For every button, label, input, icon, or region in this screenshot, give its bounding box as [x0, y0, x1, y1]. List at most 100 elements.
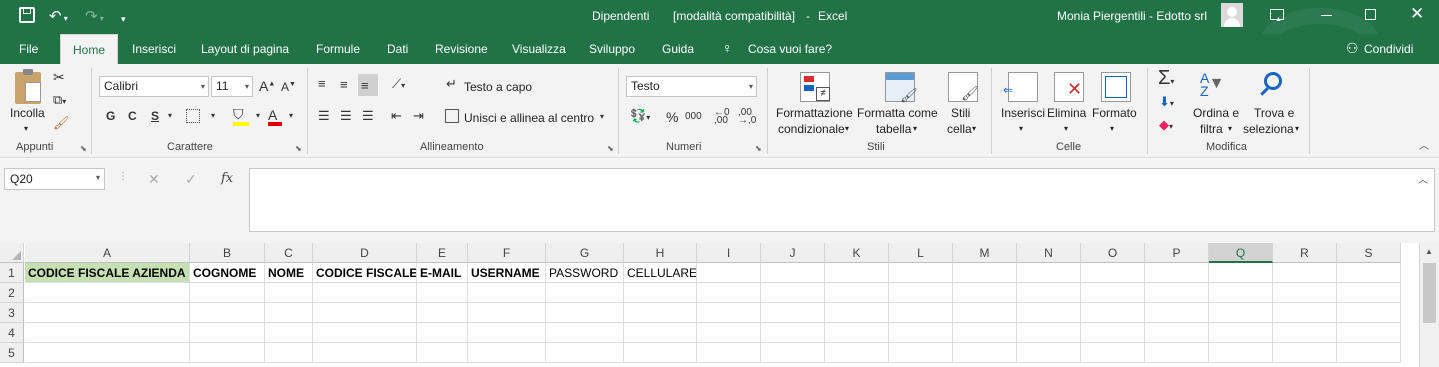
align-middle-icon[interactable]: ≡ — [340, 78, 348, 91]
delete-dropdown-icon[interactable]: ▾ — [1064, 122, 1068, 136]
select-all-corner[interactable] — [0, 243, 24, 263]
tab-help[interactable]: Guida — [662, 42, 694, 56]
column-header-k[interactable]: K — [825, 243, 889, 263]
cell-n5[interactable] — [1017, 343, 1081, 363]
enter-icon[interactable]: ✓ — [185, 172, 197, 186]
font-color-icon[interactable]: A — [268, 108, 282, 126]
format-as-table-label-1[interactable]: Formatta come — [857, 106, 938, 120]
cell-o2[interactable] — [1081, 283, 1145, 303]
column-header-g[interactable]: G — [546, 243, 624, 263]
cell-l5[interactable] — [889, 343, 953, 363]
cell-r1[interactable] — [1273, 263, 1337, 283]
decrease-indent-icon[interactable]: ⇤ — [391, 109, 402, 122]
cell-m4[interactable] — [953, 323, 1017, 343]
vertical-scrollbar[interactable]: ▲ — [1419, 243, 1439, 367]
align-right-icon[interactable]: ☰ — [362, 109, 374, 122]
close-icon[interactable]: ✕ — [1410, 5, 1424, 22]
underline-dropdown-icon[interactable]: ▾ — [168, 112, 172, 120]
cell-s4[interactable] — [1337, 323, 1401, 343]
column-header-b[interactable]: B — [190, 243, 265, 263]
cell-k2[interactable] — [825, 283, 889, 303]
insert-dropdown-icon[interactable]: ▾ — [1019, 122, 1023, 136]
cell-styles-label-1[interactable]: Stili — [951, 106, 970, 120]
cell-a2[interactable] — [25, 283, 190, 303]
column-header-p[interactable]: P — [1145, 243, 1209, 263]
cell-l2[interactable] — [889, 283, 953, 303]
cell-n1[interactable] — [1017, 263, 1081, 283]
merge-center-button[interactable]: Unisci e allinea al centro — [464, 111, 594, 125]
bold-button[interactable]: G — [106, 110, 115, 122]
cell-j1[interactable] — [761, 263, 825, 283]
cell-k4[interactable] — [825, 323, 889, 343]
formula-input[interactable]: ︿ — [249, 168, 1435, 232]
cell-styles-label-2[interactable]: cella — [947, 122, 972, 136]
font-color-dropdown-icon[interactable]: ▾ — [289, 112, 293, 120]
cell-m2[interactable] — [953, 283, 1017, 303]
align-top-icon[interactable]: ≡ — [318, 77, 326, 90]
save-icon[interactable] — [19, 7, 35, 23]
increase-decimal-icon[interactable]: ←0,00 — [714, 108, 730, 126]
tab-data[interactable]: Dati — [387, 42, 408, 56]
tab-page-layout[interactable]: Layout di pagina — [201, 42, 289, 56]
cell-f3[interactable] — [468, 303, 546, 323]
cell-a5[interactable] — [25, 343, 190, 363]
sort-filter-icon[interactable]: A Z▼ — [1200, 71, 1224, 98]
cell-c4[interactable] — [265, 323, 313, 343]
cell-q5[interactable] — [1209, 343, 1273, 363]
cell-f2[interactable] — [468, 283, 546, 303]
cell-k3[interactable] — [825, 303, 889, 323]
scrollbar-thumb[interactable] — [1423, 263, 1436, 323]
column-header-s[interactable]: S — [1337, 243, 1401, 263]
cell-n4[interactable] — [1017, 323, 1081, 343]
insert-function-button[interactable]: fx — [221, 172, 233, 185]
currency-icon[interactable]: 💱▾ — [630, 109, 650, 122]
paste-label[interactable]: Incolla — [10, 106, 45, 120]
format-as-table-label-2[interactable]: tabella — [876, 122, 911, 136]
delete-cells-button[interactable]: Elimina — [1047, 106, 1086, 120]
column-header-i[interactable]: I — [697, 243, 761, 263]
align-bottom-icon[interactable]: ≡ — [358, 74, 378, 96]
cell-k1[interactable] — [825, 263, 889, 283]
cell-p2[interactable] — [1145, 283, 1209, 303]
format-as-table-icon[interactable]: 🖌 — [885, 72, 918, 103]
cell-c1[interactable]: NOME — [265, 263, 313, 283]
column-header-j[interactable]: J — [761, 243, 825, 263]
cell-d1[interactable]: CODICE FISCALE — [313, 263, 417, 283]
wrap-text-button[interactable]: Testo a capo — [464, 80, 532, 94]
cell-j4[interactable] — [761, 323, 825, 343]
cell-e1[interactable]: E-MAIL — [417, 263, 468, 283]
cell-d4[interactable] — [313, 323, 417, 343]
fill-color-dropdown-icon[interactable]: ▾ — [256, 112, 260, 120]
user-name[interactable]: Monia Piergentili - Edotto srl — [1057, 9, 1207, 23]
align-center-icon[interactable]: ☰ — [340, 109, 352, 122]
find-select-label-2[interactable]: seleziona — [1243, 122, 1294, 136]
cell-b2[interactable] — [190, 283, 265, 303]
cell-h3[interactable] — [624, 303, 697, 323]
find-select-icon[interactable] — [1258, 70, 1284, 100]
share-button[interactable]: Condividi — [1364, 42, 1413, 56]
cell-b4[interactable] — [190, 323, 265, 343]
merge-dropdown-icon[interactable]: ▾ — [600, 113, 604, 121]
delete-cells-icon[interactable]: ✕ — [1054, 72, 1084, 102]
cell-p4[interactable] — [1145, 323, 1209, 343]
cell-c2[interactable] — [265, 283, 313, 303]
decrease-font-icon[interactable]: A▼ — [281, 81, 296, 93]
sort-filter-label-1[interactable]: Ordina e — [1193, 106, 1239, 120]
cell-r2[interactable] — [1273, 283, 1337, 303]
cancel-icon[interactable]: ✕ — [148, 172, 160, 186]
format-painter-icon[interactable]: 🖌 — [53, 116, 70, 129]
column-header-o[interactable]: O — [1081, 243, 1145, 263]
column-header-a[interactable]: A — [25, 243, 190, 263]
paste-icon[interactable] — [15, 69, 41, 104]
cell-g3[interactable] — [546, 303, 624, 323]
tab-review[interactable]: Revisione — [435, 42, 488, 56]
cell-h5[interactable] — [624, 343, 697, 363]
borders-dropdown-icon[interactable]: ▾ — [211, 112, 215, 120]
column-header-d[interactable]: D — [313, 243, 417, 263]
number-format-dropdown[interactable]: Testo ▾ — [626, 76, 757, 97]
cell-p5[interactable] — [1145, 343, 1209, 363]
insert-cells-icon[interactable]: ⇐ — [1003, 72, 1038, 102]
cell-o1[interactable] — [1081, 263, 1145, 283]
format-cells-icon[interactable] — [1101, 72, 1131, 102]
column-header-n[interactable]: N — [1017, 243, 1081, 263]
